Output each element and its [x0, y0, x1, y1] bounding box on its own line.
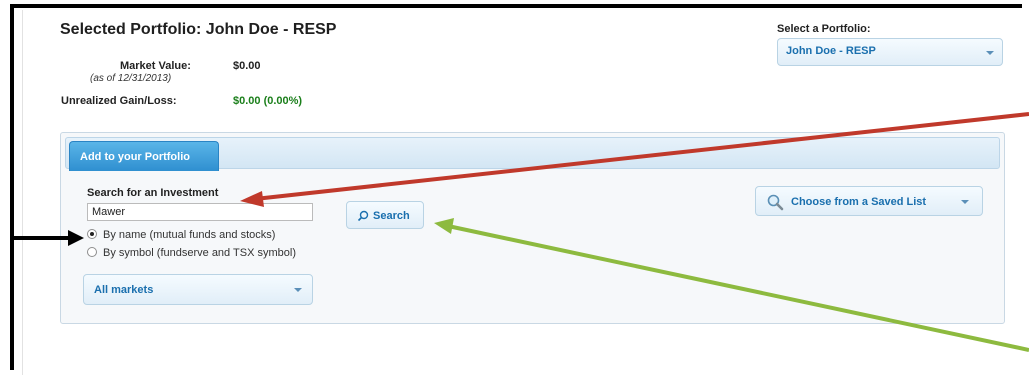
annotation-arrowhead-red	[240, 191, 264, 207]
annotation-arrowhead-black	[68, 230, 84, 246]
annotation-arrows	[10, 6, 1029, 352]
annotation-arrow-green	[447, 224, 1029, 352]
annotation-arrowhead-green	[434, 218, 454, 234]
annotation-arrow-black	[10, 6, 68, 240]
annotation-arrow-red	[254, 112, 1029, 201]
